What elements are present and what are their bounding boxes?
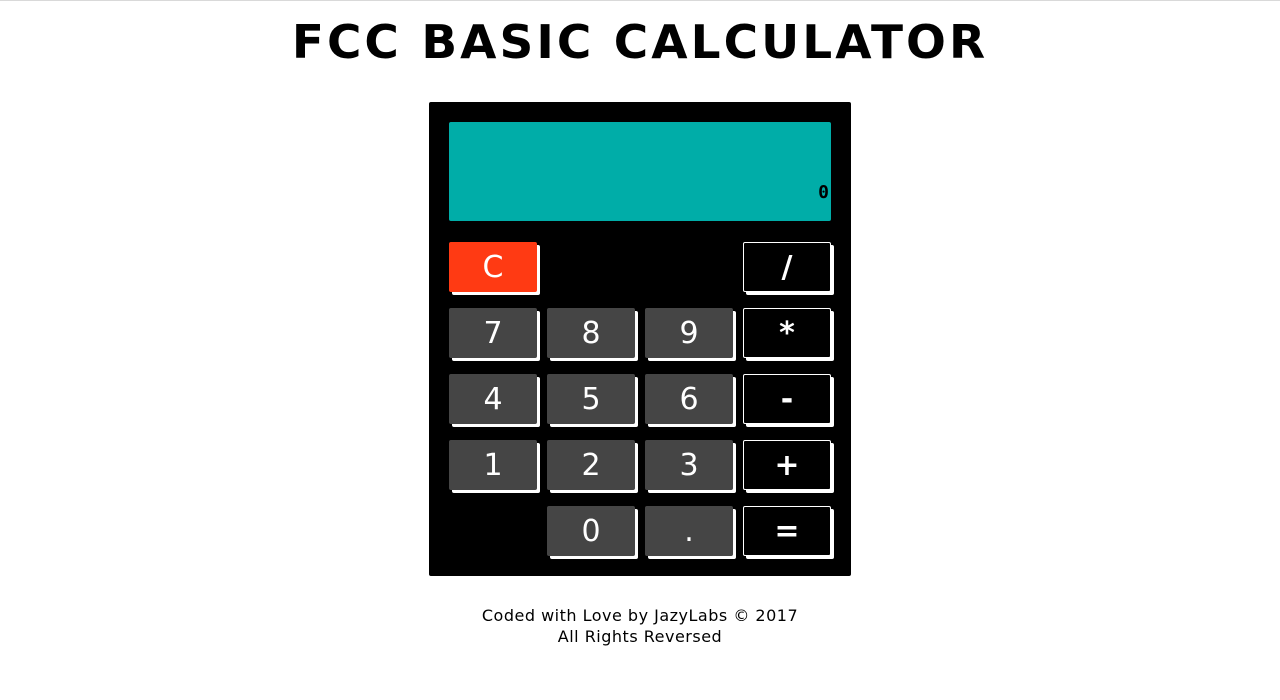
key-5-button[interactable]: 5 <box>547 374 635 424</box>
key-4-button[interactable]: 4 <box>449 374 537 424</box>
equals-button[interactable]: = <box>743 506 831 556</box>
key-1-button[interactable]: 1 <box>449 440 537 490</box>
key-0-button[interactable]: 0 <box>547 506 635 556</box>
multiply-button[interactable]: * <box>743 308 831 358</box>
calculator: 0 C / 7 8 9 * 4 5 6 - 1 2 3 + 0 . = <box>429 102 851 576</box>
subtract-button[interactable]: - <box>743 374 831 424</box>
key-3-button[interactable]: 3 <box>645 440 733 490</box>
key-8-button[interactable]: 8 <box>547 308 635 358</box>
key-6-button[interactable]: 6 <box>645 374 733 424</box>
decimal-button[interactable]: . <box>645 506 733 556</box>
footer-rights: All Rights Reversed <box>557 627 723 646</box>
display-value: 0 <box>818 182 829 203</box>
page-title: FCC BASIC CALCULATOR <box>291 15 989 69</box>
key-7-button[interactable]: 7 <box>449 308 537 358</box>
key-2-button[interactable]: 2 <box>547 440 635 490</box>
footer-credit: Coded with Love by JazyLabs © 2017 <box>481 606 799 625</box>
key-9-button[interactable]: 9 <box>645 308 733 358</box>
footer: Coded with Love by JazyLabs © 2017 All R… <box>0 605 1280 647</box>
calculator-display: 0 <box>449 122 831 221</box>
divide-button[interactable]: / <box>743 242 831 292</box>
add-button[interactable]: + <box>743 440 831 490</box>
clear-button[interactable]: C <box>449 242 537 292</box>
